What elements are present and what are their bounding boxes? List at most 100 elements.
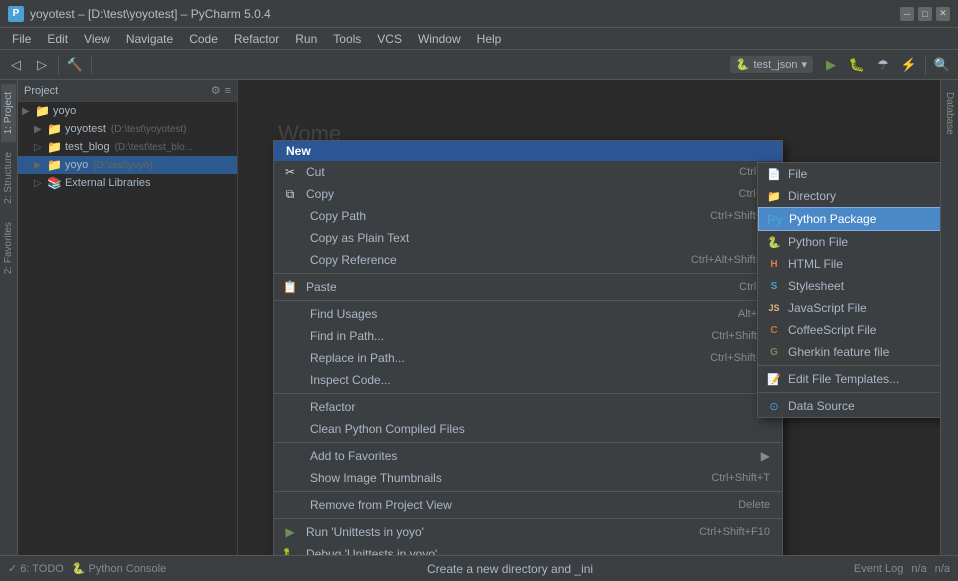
datasource-icon: ⊙ — [766, 398, 782, 414]
project-title: Project — [24, 85, 207, 97]
ctx-cut[interactable]: ✂ Cut Ctrl+X — [274, 161, 782, 183]
event-log[interactable]: Event Log — [854, 563, 904, 575]
ctx-copy-ref[interactable]: Copy Reference Ctrl+Alt+Shift+C — [274, 249, 782, 271]
menu-edit[interactable]: Edit — [39, 28, 76, 50]
menu-separator — [758, 392, 940, 393]
ctx-label: Refactor — [310, 400, 749, 414]
debug-icon: 🐛 — [282, 546, 298, 555]
arrow-icon: ▷ — [34, 142, 44, 153]
menu-refactor[interactable]: Refactor — [226, 28, 287, 50]
minimize-button[interactable]: ─ — [900, 7, 914, 21]
menu-item-label: CoffeeScript File — [788, 323, 876, 337]
new-directory[interactable]: 📁 Directory — [758, 185, 940, 207]
search-button[interactable]: 🔍 — [930, 53, 954, 77]
debug-button[interactable]: 🐛 — [845, 53, 869, 77]
menu-run[interactable]: Run — [287, 28, 325, 50]
menu-item-label: Stylesheet — [788, 279, 844, 293]
menu-separator — [274, 491, 782, 492]
run-config-selector[interactable]: 🐍 test_json ▾ — [730, 56, 813, 73]
ctx-label: Copy as Plain Text — [310, 231, 770, 245]
forward-button[interactable]: ▷ — [30, 53, 54, 77]
ctx-refactor[interactable]: Refactor ▶ — [274, 396, 782, 418]
ctx-inspect[interactable]: Inspect Code... — [274, 369, 782, 391]
back-button[interactable]: ◁ — [4, 53, 28, 77]
coverage-button[interactable]: ☂ — [871, 53, 895, 77]
tree-item-ext-libs[interactable]: ▷ 📚 External Libraries — [18, 174, 237, 192]
ctx-paste[interactable]: 📋 Paste Ctrl+V — [274, 276, 782, 298]
menu-window[interactable]: Window — [410, 28, 469, 50]
new-python-package[interactable]: Py Python Package — [758, 207, 940, 231]
tree-item-sub: (D:\test\test_blo... — [115, 142, 193, 153]
ctx-copy-path[interactable]: Copy Path Ctrl+Shift+C — [274, 205, 782, 227]
ctx-add-fav[interactable]: Add to Favorites ▶ — [274, 445, 782, 467]
new-file[interactable]: 📄 File — [758, 163, 940, 185]
tree-item-yoyo[interactable]: ▶ 📁 yoyo — [18, 102, 237, 120]
console-label: Python Console — [89, 563, 167, 575]
menu-item-label: File — [788, 167, 807, 181]
run-button[interactable]: ▶ — [819, 53, 843, 77]
menu-file[interactable]: File — [4, 28, 39, 50]
sidebar-item-project[interactable]: 1: Project — [1, 84, 16, 142]
menu-tools[interactable]: Tools — [325, 28, 369, 50]
new-data-source[interactable]: ⊙ Data Source — [758, 395, 940, 417]
context-menu[interactable]: New ✂ Cut Ctrl+X ⧉ Copy Ctrl+C Copy Path… — [273, 140, 783, 555]
run-icon: ▶ — [282, 524, 298, 540]
project-collapse[interactable]: ≡ — [225, 85, 231, 97]
ctx-find-usages[interactable]: Find Usages Alt+F7 — [274, 303, 782, 325]
ctx-copy[interactable]: ⧉ Copy Ctrl+C — [274, 183, 782, 205]
ctx-label: Show Image Thumbnails — [310, 471, 703, 485]
tree-item-yoyo-dir[interactable]: ▶ 📁 yoyo (D:\test\yoyo) — [18, 156, 237, 174]
ext-lib-icon: 📚 — [47, 176, 62, 190]
project-settings[interactable]: ⚙ — [211, 84, 221, 97]
folder-icon: 📁 — [47, 158, 62, 172]
new-javascript-file[interactable]: JS JavaScript File — [758, 297, 940, 319]
app-icon: P — [8, 6, 24, 22]
content-area: Wome Explorer New ✂ Cut Ctrl+X ⧉ Copy Ct… — [238, 80, 940, 555]
maximize-button[interactable]: □ — [918, 7, 932, 21]
status-na2: n/a — [935, 563, 950, 575]
ctx-label: Replace in Path... — [310, 351, 702, 365]
ctx-run-unit[interactable]: ▶ Run 'Unittests in yoyo' Ctrl+Shift+F10 — [274, 521, 782, 543]
css-icon: S — [766, 278, 782, 294]
new-python-file[interactable]: 🐍 Python File — [758, 231, 940, 253]
new-coffeescript-file[interactable]: C CoffeeScript File — [758, 319, 940, 341]
sidebar-item-favorites[interactable]: 2: Favorites — [1, 214, 16, 282]
todo-panel[interactable]: ✓ 6: TODO — [8, 562, 64, 575]
tree-item-testblog[interactable]: ▷ 📁 test_blog (D:\test\test_blo... — [18, 138, 237, 156]
new-stylesheet[interactable]: S Stylesheet — [758, 275, 940, 297]
todo-label: 6: TODO — [20, 563, 64, 575]
profile-button[interactable]: ⚡ — [897, 53, 921, 77]
ctx-find-path[interactable]: Find in Path... Ctrl+Shift+F — [274, 325, 782, 347]
python-console-panel[interactable]: 🐍 Python Console — [72, 562, 166, 575]
menu-help[interactable]: Help — [469, 28, 510, 50]
edit-file-templates[interactable]: 📝 Edit File Templates... — [758, 368, 940, 390]
ctx-clean[interactable]: Clean Python Compiled Files — [274, 418, 782, 440]
python-package-icon: Py — [767, 211, 783, 227]
menu-navigate[interactable]: Navigate — [118, 28, 181, 50]
run-config-name: test_json — [753, 59, 797, 71]
menu-view[interactable]: View — [76, 28, 118, 50]
title-bar: P yoyotest – [D:\test\yoyotest] – PyChar… — [0, 0, 958, 28]
paste-icon: 📋 — [282, 279, 298, 295]
arrow-icon: ▶ — [34, 160, 44, 171]
new-gherkin-file[interactable]: G Gherkin feature file — [758, 341, 940, 363]
ctx-debug-unit[interactable]: 🐛 Debug 'Unittests in yoyo' — [274, 543, 782, 555]
status-message: Create a new directory and _ini — [427, 562, 593, 576]
new-html-file[interactable]: H HTML File — [758, 253, 940, 275]
ctx-show-thumb[interactable]: Show Image Thumbnails Ctrl+Shift+T — [274, 467, 782, 489]
close-button[interactable]: ✕ — [936, 7, 950, 21]
menu-code[interactable]: Code — [181, 28, 226, 50]
ctx-remove-view[interactable]: Remove from Project View Delete — [274, 494, 782, 516]
copy-icon: ⧉ — [282, 186, 298, 202]
new-submenu[interactable]: 📄 File 📁 Directory Py Python Package 🐍 P… — [757, 162, 940, 418]
sidebar-item-database[interactable]: Database — [942, 84, 957, 143]
menu-vcs[interactable]: VCS — [369, 28, 410, 50]
sidebar-item-structure[interactable]: 2: Structure — [1, 144, 16, 212]
ctx-copy-plain[interactable]: Copy as Plain Text — [274, 227, 782, 249]
tree-item-yoyotest[interactable]: ▶ 📁 yoyotest (D:\test\yoyotest) — [18, 120, 237, 138]
menu-separator — [274, 273, 782, 274]
ctx-replace-path[interactable]: Replace in Path... Ctrl+Shift+R — [274, 347, 782, 369]
window-controls: ─ □ ✕ — [900, 7, 950, 21]
build-button[interactable]: 🔨 — [63, 53, 87, 77]
ctx-label: Copy — [306, 187, 731, 201]
